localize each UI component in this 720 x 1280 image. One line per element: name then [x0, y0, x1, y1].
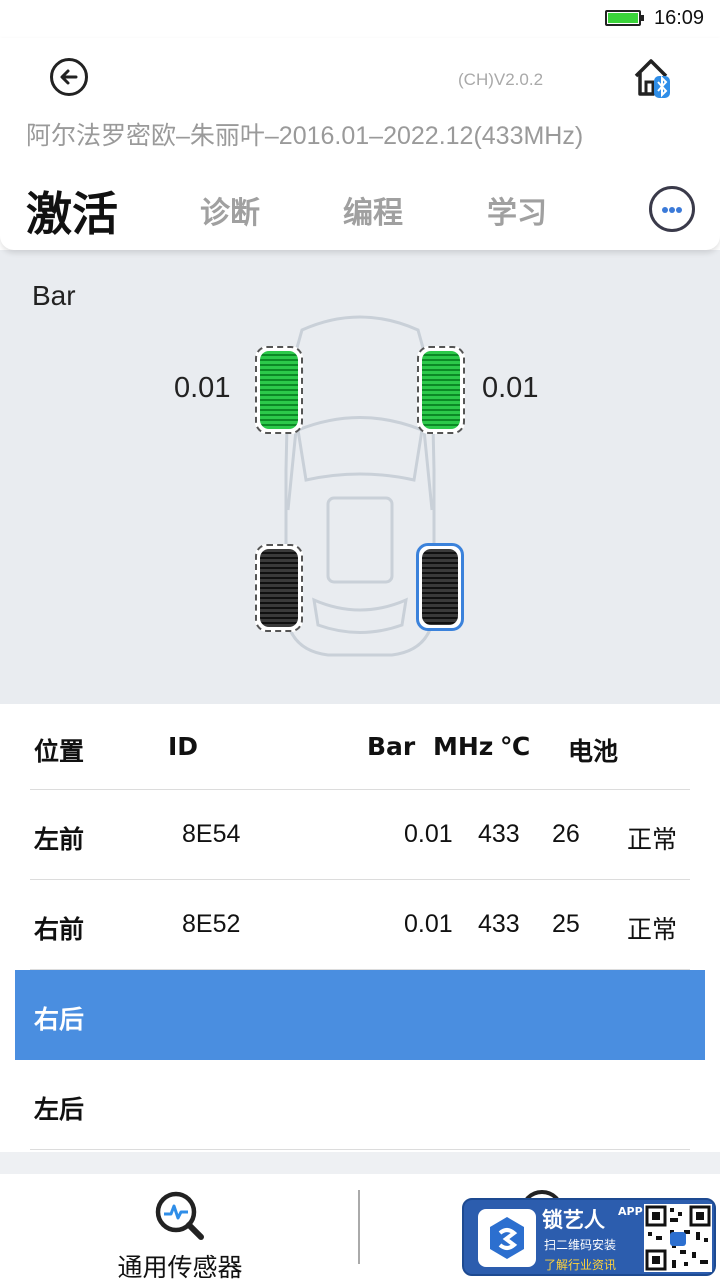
tire-rear-right[interactable] — [416, 543, 464, 631]
status-bar: 16:09 — [0, 0, 720, 38]
table-row-selected[interactable]: 右后 — [15, 970, 705, 1060]
cell-id: 8E52 — [182, 910, 241, 938]
section-divider — [0, 1152, 720, 1174]
app-ad-banner[interactable]: 锁艺人 APP 扫二维码安装 了解行业资讯 — [462, 1198, 716, 1276]
cell-position: 左后 — [34, 1096, 85, 1124]
cell-position: 右后 — [34, 1006, 85, 1034]
tab-diagnose[interactable]: 诊断 — [200, 188, 260, 232]
battery-icon — [605, 10, 644, 26]
tire-front-right[interactable] — [417, 346, 465, 434]
ad-line1: 扫二维码安装 — [544, 1238, 617, 1252]
vertical-divider — [358, 1190, 360, 1264]
tab-activate[interactable]: 激活 — [26, 178, 118, 244]
cell-battery: 正常 — [627, 826, 678, 854]
tire-front-left[interactable] — [255, 346, 303, 434]
back-arrow-icon — [60, 69, 78, 85]
universal-sensor-button[interactable]: 通用传感器 — [95, 1184, 265, 1280]
tire-icon — [260, 549, 298, 627]
tire-icon — [422, 351, 460, 429]
table-row[interactable]: 左前 8E54 0.01 433 26 正常 — [30, 790, 690, 880]
cell-position: 右前 — [34, 916, 85, 944]
cell-bar: 0.01 — [404, 910, 453, 938]
cell-position: 左前 — [34, 826, 85, 854]
cell-mhz: 433 — [478, 910, 520, 938]
cell-temp: 25 — [552, 910, 580, 938]
search-sensor-icon — [155, 1191, 204, 1240]
cell-id: 8E54 — [182, 820, 241, 848]
tire-icon — [422, 549, 458, 625]
tab-program[interactable]: 编程 — [343, 188, 403, 232]
ad-app-tag: APP — [618, 1205, 643, 1218]
home-bluetooth-icon — [634, 59, 670, 98]
pressure-unit: Bar — [32, 280, 76, 311]
version-label: (CH)V2.0.2 — [458, 70, 544, 89]
tire-diagram: Bar 0.01 0.01 — [0, 250, 720, 704]
pressure-front-right: 0.01 — [482, 372, 539, 404]
tire-icon — [260, 351, 298, 429]
clock: 16:09 — [654, 7, 705, 29]
app-logo-icon — [478, 1209, 536, 1267]
home-bluetooth-button[interactable] — [632, 56, 674, 100]
tire-rear-left[interactable] — [255, 544, 303, 632]
table-row[interactable]: 左后 — [30, 1060, 690, 1150]
tab-bar: 激活 诊断 编程 学习 — [0, 178, 720, 241]
qr-code-icon — [644, 1204, 712, 1272]
universal-sensor-label: 通用传感器 — [117, 1253, 243, 1280]
cell-bar: 0.01 — [404, 820, 453, 848]
cell-battery: 正常 — [627, 916, 678, 944]
cell-mhz: 433 — [478, 820, 520, 848]
more-button[interactable] — [649, 186, 695, 232]
vehicle-model: 阿尔法罗密欧–朱丽叶–2016.01–2022.12(433MHz) — [26, 122, 584, 150]
ad-line2: 了解行业资讯 — [544, 1258, 617, 1272]
pressure-front-left: 0.01 — [174, 372, 231, 404]
cell-temp: 26 — [552, 820, 580, 848]
tab-learn[interactable]: 学习 — [487, 188, 547, 232]
table-row[interactable]: 右前 8E52 0.01 433 25 正常 — [30, 880, 690, 970]
sensor-table: 位置 ID Bar MHz ℃ 电池 左前 8E54 0.01 433 26 正… — [0, 704, 720, 1152]
header: (CH)V2.0.2 阿尔法罗密欧–朱丽叶–2016.01–2022.12(43… — [0, 38, 720, 250]
ad-brand: 锁艺人 — [542, 1208, 605, 1232]
back-button[interactable] — [50, 58, 88, 96]
more-dots-icon — [662, 207, 668, 213]
